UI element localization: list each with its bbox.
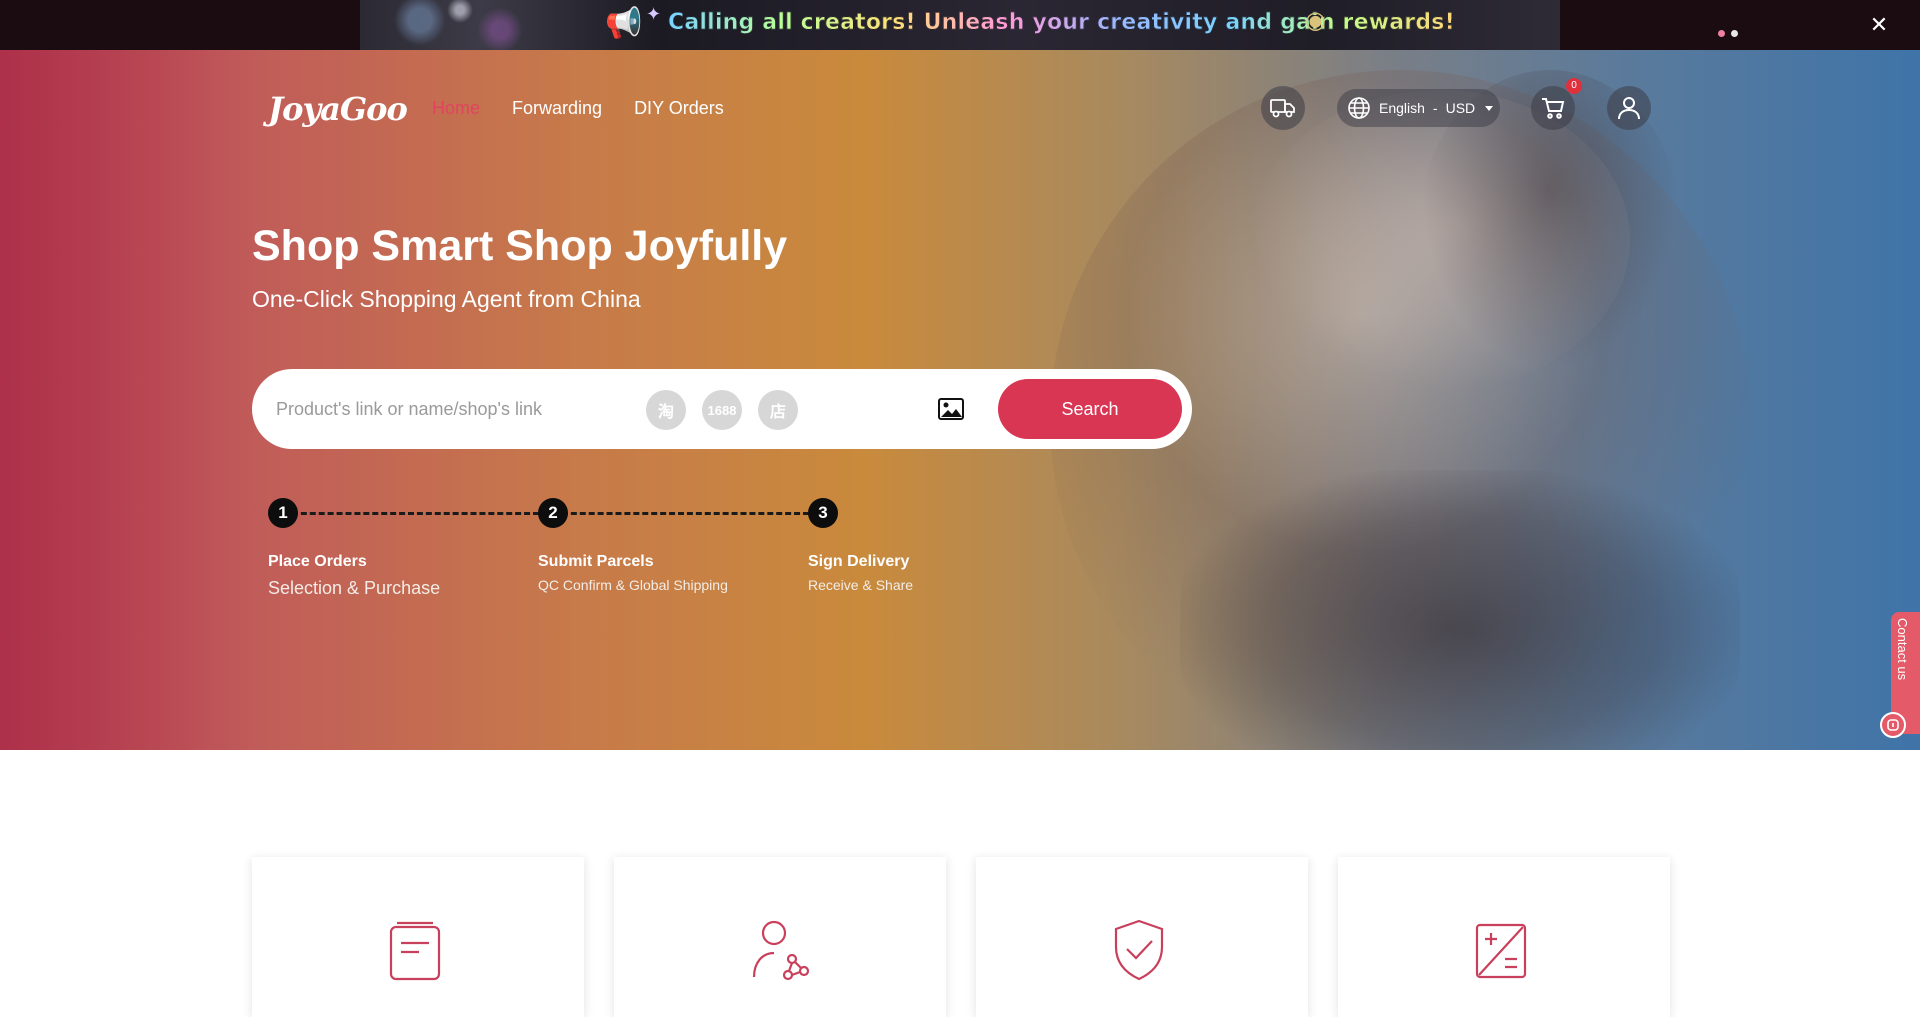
close-icon[interactable]: ✕ [1868,14,1890,36]
banner-artwork [360,0,560,50]
nav-diy-orders[interactable]: DIY Orders [634,98,724,119]
shield-check-icon [1114,919,1164,981]
shop-chip[interactable]: 店 [758,390,798,430]
1688-chip[interactable]: 1688 [702,390,742,430]
banner-text: Calling all creators! Unleash your creat… [668,10,1455,36]
feature-card [1338,857,1670,1017]
step-number: 3 [808,498,838,528]
banner-dot[interactable] [1718,30,1725,37]
separator: - [1432,100,1438,116]
step-description: Selection & Purchase [268,578,441,598]
banner-pagination [1718,30,1738,37]
step-number: 1 [268,498,298,528]
calculator-icon [1475,923,1527,979]
language-label: English [1379,100,1425,116]
chevron-down-icon [1485,105,1494,111]
step-description: QC Confirm & Global Shipping [538,577,728,593]
contact-us-label: Contact us [1895,618,1910,681]
step-connector [283,512,539,515]
promo-banner[interactable]: 📢 ✦ Calling all creators! Unleash your c… [360,0,1560,50]
shipping-button[interactable] [1261,86,1305,130]
hero-image-shoulder [1180,470,1740,750]
step-title: Sign Delivery [808,553,910,570]
search-input[interactable] [276,391,636,427]
top-banner-bar: 📢 ✦ Calling all creators! Unleash your c… [0,0,1920,50]
cart-button[interactable] [1531,86,1575,130]
main-nav: Home Forwarding DIY Orders [432,98,724,119]
account-button[interactable] [1607,86,1651,130]
feature-card [614,857,946,1017]
feature-card [976,857,1308,1017]
banner-dot-active[interactable] [1731,30,1738,37]
step-title: Place Orders [268,553,367,570]
search-bar: 淘 1688 店 Search [252,369,1192,449]
site-logo[interactable]: JoyaGoo [268,90,408,128]
step-connector [553,512,809,515]
globe-icon [1348,97,1370,119]
coin-icon: ◉ [1305,7,1326,34]
chat-icon[interactable] [1880,712,1906,738]
hero-subtitle: One-Click Shopping Agent from China [252,286,641,312]
step-description: Receive & Share [808,577,914,593]
step-title: Submit Parcels [538,553,654,570]
currency-label: USD [1445,100,1476,116]
user-icon [1618,97,1640,120]
user-network-icon [752,920,810,981]
cart-icon [1542,98,1565,119]
language-currency-selector[interactable]: English - USD [1337,89,1500,127]
truck-icon [1270,99,1295,118]
megaphone-icon: 📢 [605,7,643,40]
feature-card [252,857,584,1017]
image-icon[interactable] [938,397,964,421]
hero-title: Shop Smart Shop Joyfully [252,222,788,270]
cart-count-badge: 0 [1566,78,1582,94]
sparkle-icon: ✦ [646,4,662,24]
nav-home[interactable]: Home [432,98,480,119]
step-number: 2 [538,498,568,528]
document-icon [389,921,441,981]
search-button[interactable]: Search [998,379,1182,439]
nav-forwarding[interactable]: Forwarding [512,98,602,119]
taobao-chip[interactable]: 淘 [646,390,686,430]
